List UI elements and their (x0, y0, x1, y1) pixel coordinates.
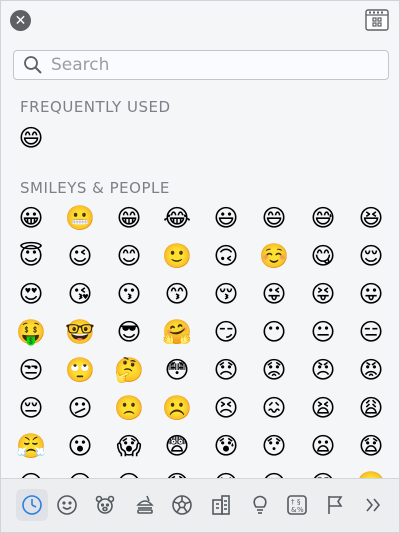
emoji-button[interactable]: 😙 (162, 279, 192, 309)
emoji-button[interactable]: 😤 (16, 431, 46, 461)
bear-icon (95, 495, 115, 514)
svg-text:%: % (297, 506, 304, 514)
category-objects-tab[interactable] (244, 489, 276, 521)
category-recent-tab[interactable] (16, 489, 48, 521)
symbols-icon: † §&% (287, 495, 307, 515)
emoji-button[interactable]: 😬 (65, 203, 95, 233)
emoji-button[interactable]: 😧 (356, 431, 386, 461)
emoji-button[interactable]: 😫 (308, 393, 338, 423)
category-travel-tab[interactable] (205, 489, 237, 521)
clock-icon (22, 495, 42, 515)
emoji-button[interactable]: 😔 (16, 393, 46, 423)
category-flags-tab[interactable] (319, 489, 351, 521)
emoji-button[interactable]: 🤑 (16, 317, 46, 347)
emoji-button[interactable]: 😆 (356, 203, 386, 233)
emoji-button[interactable]: 😱 (114, 431, 144, 461)
svg-text:§: § (297, 498, 301, 506)
emoji-button[interactable]: 😦 (308, 431, 338, 461)
character-viewer-icon (365, 9, 389, 31)
building-icon (212, 495, 230, 515)
category-bar: † § &% (1, 478, 399, 532)
emoji-button[interactable]: 😚 (211, 279, 241, 309)
emoji-button[interactable]: 😍 (16, 279, 46, 309)
category-animals-tab[interactable] (89, 489, 121, 521)
emoji-button[interactable]: 😌 (356, 241, 386, 271)
emoji-button[interactable]: 🙂 (162, 241, 192, 271)
search-input[interactable] (49, 54, 373, 76)
emoji-button[interactable]: 😣 (211, 393, 241, 423)
emoji-button[interactable]: 😰 (211, 431, 241, 461)
close-icon: ✕ (14, 12, 27, 29)
emoji-button[interactable]: 😯 (259, 431, 289, 461)
emoji-button[interactable]: 😳 (162, 355, 192, 385)
search-field[interactable] (13, 50, 389, 80)
flag-icon (328, 496, 343, 514)
category-smileys-tab[interactable] (51, 489, 83, 521)
double-chevron-icon (366, 498, 381, 512)
emoji-button[interactable]: 😠 (308, 355, 338, 385)
emoji-button[interactable]: ☹️ (162, 393, 192, 423)
emoji-button[interactable]: 😒 (16, 355, 46, 385)
emoji-picker-panel: ✕ FREQUENTLY USED 😄 SMILEYS & PEO (0, 0, 400, 533)
emoji-button[interactable]: 😖 (259, 393, 289, 423)
close-button[interactable]: ✕ (10, 10, 31, 31)
emoji-button[interactable]: 😅 (308, 203, 338, 233)
emoji-button[interactable]: 😄 (16, 123, 46, 153)
emoji-button[interactable]: 😡 (356, 355, 386, 385)
emoji-button[interactable]: 😕 (65, 393, 95, 423)
emoji-button[interactable]: ☺️ (259, 241, 289, 271)
category-activity-tab[interactable] (166, 489, 198, 521)
emoji-button[interactable]: 😜 (259, 279, 289, 309)
category-food-tab[interactable] (129, 489, 161, 521)
burger-icon (136, 495, 154, 514)
emoji-button[interactable]: 😀 (16, 203, 46, 233)
emoji-button[interactable]: 😐 (308, 317, 338, 347)
emoji-button[interactable]: 🤔 (114, 355, 144, 385)
emoji-button[interactable]: 😑 (356, 317, 386, 347)
emoji-button[interactable]: 😇 (16, 241, 46, 271)
emoji-button[interactable]: 🙁 (114, 393, 144, 423)
search-icon (24, 56, 42, 74)
emoji-button[interactable]: 😂 (162, 203, 192, 233)
emoji-button[interactable]: 😄 (259, 203, 289, 233)
emoji-button[interactable]: 🙄 (65, 355, 95, 385)
smiley-icon (57, 495, 77, 515)
emoji-button[interactable]: 😗 (114, 279, 144, 309)
emoji-button[interactable]: 🤓 (65, 317, 95, 347)
emoji-button[interactable]: 😝 (308, 279, 338, 309)
character-viewer-button[interactable] (365, 9, 389, 31)
bulb-icon (253, 495, 267, 514)
top-bar: ✕ (1, 1, 399, 41)
svg-text:†: † (291, 498, 295, 506)
emoji-button[interactable]: 😘 (65, 279, 95, 309)
emoji-button[interactable]: 😊 (114, 241, 144, 271)
smileys-people-title: SMILEYS & PEOPLE (20, 179, 170, 197)
emoji-button[interactable]: 😁 (114, 203, 144, 233)
emoji-button[interactable]: 😃 (211, 203, 241, 233)
emoji-button[interactable]: 😉 (65, 241, 95, 271)
emoji-button[interactable]: 🤗 (162, 317, 192, 347)
emoji-button[interactable]: 😏 (211, 317, 241, 347)
emoji-button[interactable]: 😞 (211, 355, 241, 385)
ball-icon (172, 495, 192, 515)
category-symbols-tab[interactable]: † § &% (281, 489, 313, 521)
emoji-button[interactable]: 😩 (356, 393, 386, 423)
emoji-button[interactable]: 😎 (114, 317, 144, 347)
emoji-button[interactable]: 😋 (308, 241, 338, 271)
frequently-used-title: FREQUENTLY USED (20, 98, 171, 116)
emoji-button[interactable]: 😟 (259, 355, 289, 385)
category-more-tab[interactable] (357, 489, 389, 521)
emoji-button[interactable]: 😛 (356, 279, 386, 309)
emoji-button[interactable]: 😶 (259, 317, 289, 347)
emoji-button[interactable]: 😨 (162, 431, 192, 461)
emoji-button[interactable]: 🙃 (211, 241, 241, 271)
emoji-button[interactable]: 😮 (65, 431, 95, 461)
